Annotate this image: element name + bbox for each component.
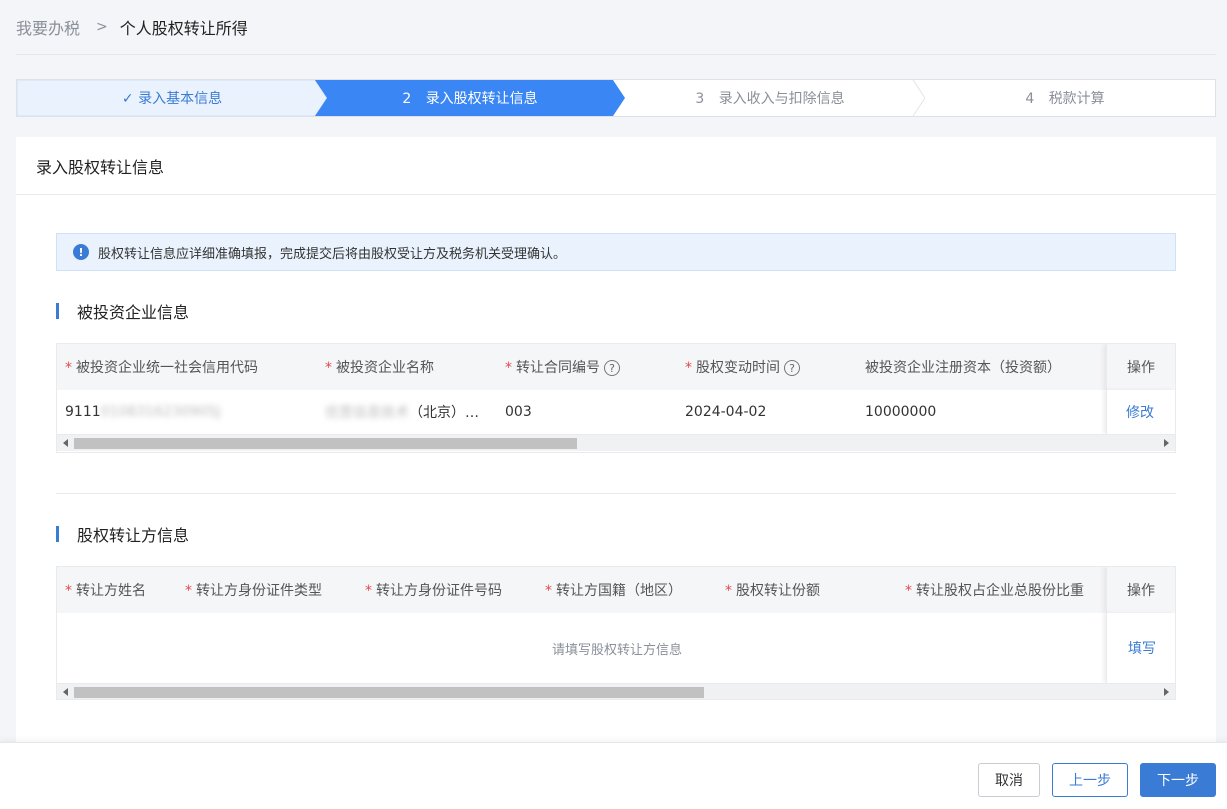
horizontal-scrollbar[interactable] bbox=[57, 683, 1175, 699]
step-1[interactable]: ✓ 录入基本信息 bbox=[17, 80, 327, 116]
breadcrumb-root-link[interactable]: 我要办税 bbox=[16, 15, 80, 39]
horizontal-scrollbar[interactable] bbox=[57, 434, 1175, 451]
step-3[interactable]: 3 录入收入与扣除信息 bbox=[615, 80, 925, 116]
col-company-name: * 被投资企业名称 bbox=[325, 360, 434, 376]
col-id-type: * 转让方身份证件类型 bbox=[185, 583, 322, 599]
cell-change-date: 2024-04-02 bbox=[685, 404, 767, 420]
step-2-label: 录入股权转让信息 bbox=[425, 91, 538, 107]
cell-operation: 填写 bbox=[1106, 613, 1175, 683]
col-operation: 操作 bbox=[1106, 567, 1175, 613]
col-nationality: * 转让方国籍（地区） bbox=[545, 583, 682, 599]
cell-registered-capital: 10000000 bbox=[865, 404, 937, 420]
section-title-text: 股权转让方信息 bbox=[77, 526, 190, 545]
step-progress: ✓ 录入基本信息 2 录入股权转让信息 3 录入收入与扣除信息 4 税款计算 bbox=[16, 79, 1216, 117]
cell-operation: 修改 bbox=[1106, 390, 1175, 434]
section-title-text: 被投资企业信息 bbox=[77, 303, 190, 322]
cell-company-name: 优思信息技术（北京）… bbox=[325, 405, 479, 421]
card-title: 录入股权转让信息 bbox=[16, 137, 1216, 195]
check-icon: ✓ bbox=[121, 91, 134, 107]
col-operation: 操作 bbox=[1106, 344, 1175, 390]
col-credit-code: * 被投资企业统一社会信用代码 bbox=[65, 360, 258, 376]
step-1-label: 录入基本信息 bbox=[138, 91, 223, 107]
section-marker bbox=[56, 526, 59, 542]
step-2-number: 2 bbox=[402, 91, 412, 107]
question-icon[interactable]: ? bbox=[784, 360, 800, 376]
scroll-left-icon[interactable] bbox=[63, 439, 68, 447]
previous-step-button[interactable]: 上一步 bbox=[1052, 763, 1128, 797]
breadcrumb: 我要办税 > 个人股权转让所得 bbox=[16, 0, 1216, 55]
step-4-number: 4 bbox=[1025, 91, 1035, 107]
fill-link[interactable]: 填写 bbox=[1128, 638, 1156, 658]
col-share-amount: * 股权转让份额 bbox=[725, 583, 820, 599]
section-divider bbox=[56, 493, 1176, 494]
step-4[interactable]: 4 税款计算 bbox=[915, 80, 1215, 116]
notice-text: 股权转让信息应详细准确填报，完成提交后将由股权受让方及税务机关受理确认。 bbox=[98, 246, 567, 262]
empty-row: 请填写股权转让方信息 填写 bbox=[57, 613, 1175, 683]
footer-bar: 取消 上一步 下一步 bbox=[0, 742, 1227, 809]
table-header: * 被投资企业统一社会信用代码 * 被投资企业名称 * 转让合同编号? * 股权变动时间… bbox=[57, 344, 1175, 390]
edit-link[interactable]: 修改 bbox=[1126, 402, 1154, 422]
transferor-table: * 转让方姓名 * 转让方身份证件类型 * 转让方身份证件号码 * 转让方国籍（地区） … bbox=[56, 566, 1176, 700]
table-header: * 转让方姓名 * 转让方身份证件类型 * 转让方身份证件号码 * 转让方国籍（地区） … bbox=[57, 567, 1175, 613]
col-id-number: * 转让方身份证件号码 bbox=[365, 583, 502, 599]
scroll-right-icon[interactable] bbox=[1164, 439, 1169, 447]
step-2[interactable]: 2 录入股权转让信息 bbox=[315, 80, 625, 116]
chevron-right-icon: > bbox=[96, 19, 108, 35]
scrollbar-thumb[interactable] bbox=[74, 687, 704, 698]
table-row: 91110108316230905J 优思信息技术（北京）… 003 2024-… bbox=[57, 390, 1175, 434]
cell-contract-no: 003 bbox=[505, 404, 532, 420]
breadcrumb-current: 个人股权转让所得 bbox=[119, 19, 248, 38]
cancel-button[interactable]: 取消 bbox=[978, 763, 1040, 797]
scroll-right-icon[interactable] bbox=[1164, 688, 1169, 696]
step-4-label: 税款计算 bbox=[1048, 91, 1105, 107]
section-invested-company-title: 被投资企业信息 bbox=[56, 299, 189, 323]
step-3-label: 录入收入与扣除信息 bbox=[718, 91, 845, 107]
col-registered-capital: 被投资企业注册资本（投资额） bbox=[865, 360, 1061, 376]
col-share-ratio: * 转让股权占企业总股份比重 bbox=[905, 583, 1084, 599]
invested-company-table: * 被投资企业统一社会信用代码 * 被投资企业名称 * 转让合同编号? * 股权变动时间… bbox=[56, 343, 1176, 453]
col-transferor-name: * 转让方姓名 bbox=[65, 583, 146, 599]
col-change-date: * 股权变动时间? bbox=[685, 357, 800, 377]
question-icon[interactable]: ? bbox=[604, 360, 620, 376]
cell-credit-code: 91110108316230905J bbox=[65, 404, 221, 420]
section-transferor-title: 股权转让方信息 bbox=[56, 522, 189, 546]
info-icon: ! bbox=[73, 244, 89, 260]
empty-placeholder: 请填写股权转让方信息 bbox=[551, 642, 682, 658]
scrollbar-thumb[interactable] bbox=[74, 438, 577, 449]
step-3-number: 3 bbox=[695, 91, 705, 107]
form-card: 录入股权转让信息 ! 股权转让信息应详细准确填报，完成提交后将由股权受让方及税务… bbox=[16, 137, 1216, 757]
scroll-left-icon[interactable] bbox=[63, 688, 68, 696]
next-step-button[interactable]: 下一步 bbox=[1140, 763, 1216, 797]
info-notice: ! 股权转让信息应详细准确填报，完成提交后将由股权受让方及税务机关受理确认。 bbox=[56, 233, 1176, 271]
section-marker bbox=[56, 303, 59, 319]
col-contract-no: * 转让合同编号? bbox=[505, 357, 620, 377]
